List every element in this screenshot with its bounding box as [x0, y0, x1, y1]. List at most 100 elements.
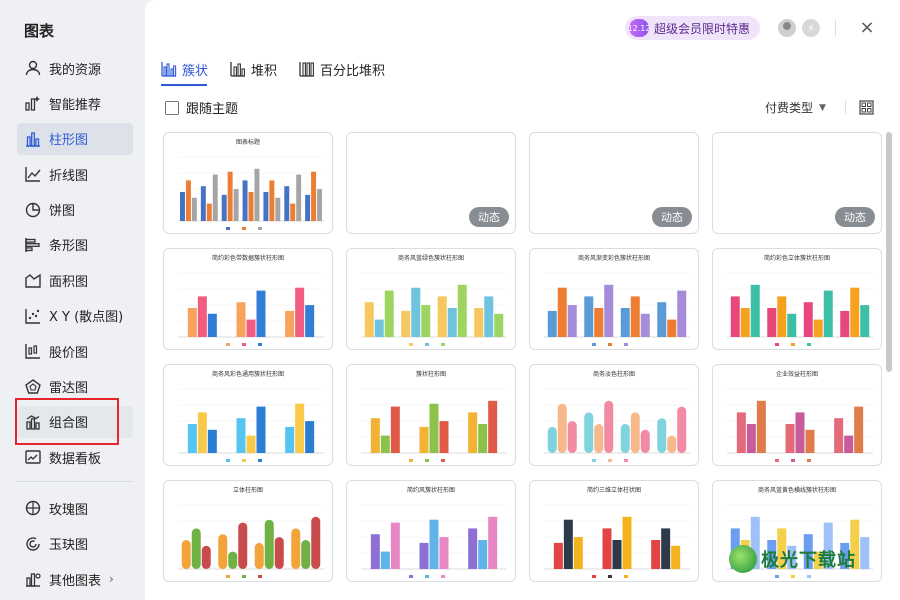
thumb-bar	[457, 284, 467, 337]
thumb-legend-swatch	[258, 227, 262, 230]
vip-promo-button[interactable]: 12.12 超级会员限时特惠	[625, 16, 761, 40]
thumb-bar	[296, 174, 302, 221]
close-button[interactable]: ×	[857, 17, 877, 38]
sidebar-item-pie-chart[interactable]: 饼图	[17, 194, 133, 226]
thumb-bar	[620, 424, 630, 453]
chart-template-card[interactable]: 企业效益柱形图	[712, 364, 882, 466]
thumb-bar	[667, 319, 677, 337]
sidebar-item-combo-chart[interactable]: 组合图	[17, 405, 133, 438]
pay-type-dropdown[interactable]: 付费类型 ▼	[765, 99, 826, 116]
chart-template-card[interactable]: 商务风彩色通用簇状柱形图	[163, 364, 333, 466]
sidebar-item-dashboard[interactable]: 数据看板	[17, 441, 133, 473]
toolbar-divider	[845, 100, 846, 114]
thumb-bar	[221, 194, 227, 221]
thumb-bar	[212, 174, 218, 221]
sidebar-item-label: 我的资源	[49, 62, 102, 78]
chart-template-card[interactable]: 商务风蓝绿色簇状柱形图	[346, 248, 516, 350]
thumb-legend-swatch	[425, 575, 429, 578]
thumb-bar	[191, 528, 201, 569]
thumb-bar	[311, 516, 321, 569]
sidebar-item-area-chart[interactable]: 面积图	[17, 264, 133, 296]
thumb-bar	[677, 406, 687, 453]
radar-chart-icon	[23, 377, 43, 397]
chart-template-card[interactable]: 簇状柱形图	[346, 364, 516, 466]
thumb-legend-swatch	[624, 343, 628, 346]
sidebar-item-bar-chart[interactable]: 条形图	[17, 229, 133, 261]
follow-theme-checkbox[interactable]	[165, 100, 179, 115]
chart-template-card[interactable]: 商务淡色柱形图	[529, 364, 699, 466]
thumb-bar	[671, 545, 681, 569]
tab-stacked[interactable]: 堆积	[230, 58, 277, 80]
thumb-bar	[246, 319, 256, 337]
chart-thumbnail	[544, 272, 690, 346]
follow-theme-toggle[interactable]: 跟随主题	[165, 98, 238, 117]
sidebar-item-radar-chart[interactable]: 雷达图	[17, 371, 133, 403]
thumb-bar	[547, 310, 557, 337]
sidebar-item-jade-ring-chart[interactable]: 玉玦图	[17, 528, 133, 560]
thumb-bar	[197, 412, 207, 453]
sidebar-item-my-resources[interactable]: 我的资源	[17, 52, 133, 84]
thumb-bar	[311, 171, 317, 221]
thumb-bar	[437, 296, 447, 337]
tab-clustered[interactable]: 簇状	[161, 58, 208, 80]
chart-template-card[interactable]: 简约三维立体柱状图	[529, 480, 699, 582]
follow-theme-label: 跟随主题	[186, 102, 239, 117]
thumb-legend-swatch	[409, 459, 413, 462]
bar-chart-icon	[23, 235, 43, 255]
sidebar-item-rose-chart[interactable]: 玫瑰图	[17, 492, 133, 524]
chart-thumbnail	[361, 504, 507, 578]
scrollbar-thumb[interactable]	[886, 132, 892, 372]
thumb-bar	[248, 192, 254, 221]
chart-thumbnail	[178, 156, 324, 230]
sidebar-item-line-chart[interactable]: 折线图	[17, 158, 133, 190]
smart-recommend-icon	[23, 93, 43, 113]
thumb-bar	[187, 424, 197, 453]
thumb-legend-swatch	[242, 343, 246, 346]
sidebar-item-column-chart[interactable]: 柱形图	[17, 122, 133, 155]
chart-template-card[interactable]: 简约彩色立体簇状柱形图	[712, 248, 882, 350]
thumb-bar	[767, 308, 777, 337]
thumb-bar	[657, 418, 667, 453]
chart-template-card[interactable]: 图表标题	[163, 132, 333, 234]
thumb-bar	[285, 310, 295, 337]
avatar[interactable]	[778, 19, 796, 37]
sidebar-item-smart-recommend[interactable]: 智能推荐	[17, 87, 133, 119]
thumb-bar	[284, 186, 290, 221]
thumb-bar	[384, 290, 394, 337]
sidebar-item-label: 折线图	[49, 168, 89, 184]
tab-percent-stacked[interactable]: 百分比堆积	[299, 58, 385, 80]
chart-template-card[interactable]: 简约风簇状柱形图	[346, 480, 516, 582]
chart-template-card[interactable]: 商务风渐变彩色簇状柱形图	[529, 248, 699, 350]
line-chart-icon	[23, 164, 43, 184]
thumb-legend-swatch	[226, 459, 230, 462]
chart-template-card[interactable]: 动态	[346, 132, 516, 234]
thumb-bar	[390, 522, 400, 569]
thumb-bar	[594, 424, 604, 453]
thumb-bar	[630, 296, 640, 337]
thumb-bar	[834, 418, 844, 453]
sidebar-item-other-charts[interactable]: 其他图表 ›	[17, 563, 133, 595]
main-panel: 12.12 超级会员限时特惠 ⚡ × 簇状 堆积 百分比堆积 跟随主题 付费类型…	[145, 0, 900, 600]
chart-template-card[interactable]: 简约彩色带数据簇状柱形图	[163, 248, 333, 350]
sidebar-item-label: 饼图	[49, 204, 76, 220]
lightning-icon[interactable]: ⚡	[802, 19, 820, 37]
sidebar-item-scatter-chart[interactable]: X Y (散点图)	[17, 300, 133, 332]
thumb-bar	[218, 534, 228, 569]
sidebar-item-stock-chart[interactable]: 股价图	[17, 335, 133, 367]
chart-template-card[interactable]: 立体柱形图	[163, 480, 333, 582]
thumb-legend-swatch	[258, 459, 262, 462]
thumb-bar	[553, 542, 563, 569]
chart-thumbnail	[544, 504, 690, 578]
chart-thumbnail	[361, 272, 507, 346]
chart-template-card[interactable]: 动态	[712, 132, 882, 234]
chart-thumbnail	[178, 504, 324, 578]
chart-template-card[interactable]: 动态	[529, 132, 699, 234]
thumb-bar	[201, 545, 211, 569]
thumb-bar	[233, 189, 239, 221]
grid-view-icon[interactable]	[859, 100, 874, 115]
thumb-bar	[640, 429, 650, 453]
thumb-bar	[813, 319, 823, 337]
sidebar-title: 图表	[24, 22, 55, 40]
column-chart-icon	[23, 129, 43, 149]
sidebar-item-label: X Y (散点图)	[49, 310, 124, 326]
